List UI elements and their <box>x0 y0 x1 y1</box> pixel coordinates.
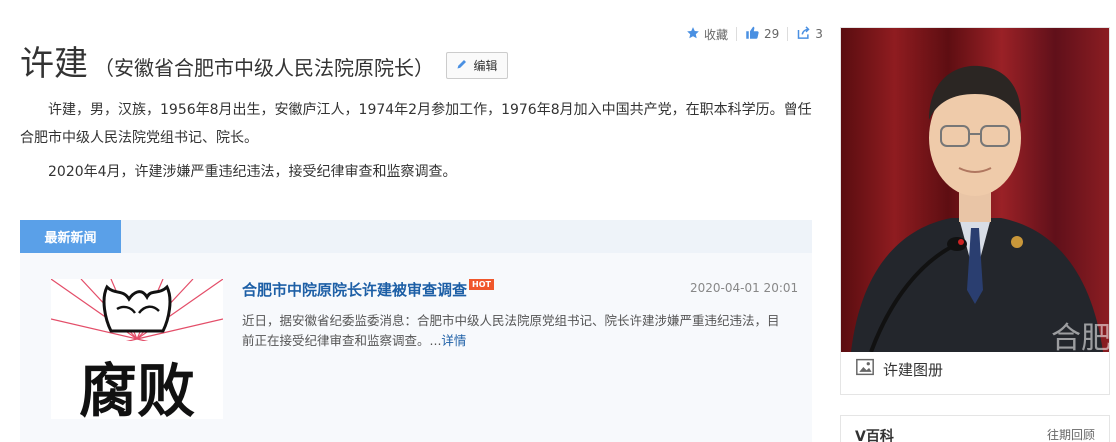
favorite-button[interactable]: 收藏 <box>686 26 728 43</box>
news-title-text: 合肥市中院原院长许建被审查调查 <box>242 281 468 299</box>
divider <box>736 27 738 41</box>
image-icon <box>855 358 875 380</box>
hot-badge: HOT <box>469 279 494 290</box>
edit-label: 编辑 <box>473 59 498 73</box>
like-count: 29 <box>764 27 780 41</box>
entry-actions: 收藏 29 3 <box>686 25 823 43</box>
thumbs-up-icon <box>745 25 760 43</box>
news-thumbnail[interactable]: 腐败 <box>50 278 224 425</box>
vbaike-box: V百科 往期回顾 <box>840 415 1110 442</box>
news-title-link[interactable]: 合肥市中院原院长许建被审查调查 HOT <box>242 279 494 300</box>
favorite-label: 收藏 <box>704 27 729 42</box>
entry-title: 许建 （安徽省合肥市中级人民法院原院长） <box>20 44 434 84</box>
portrait-card: 合肥 许建图册 <box>840 27 1110 395</box>
page-subtitle: （安徽省合肥市中级人民法院原院长） <box>94 56 434 80</box>
summary-paragraph: 许建，男，汉族，1956年8月出生，安徽庐江人，1974年2月参加工作，1976… <box>20 102 812 146</box>
like-button[interactable]: 29 <box>745 25 779 43</box>
photo-watermark: 合肥 <box>1051 321 1109 352</box>
pencil-icon <box>456 58 468 73</box>
page: 收藏 29 3 许建 （安徽省合肥市中级人民法院原院长） 编辑 许建，男，汉族，… <box>0 0 1116 442</box>
thumbnail-text: 腐败 <box>79 357 195 419</box>
divider <box>787 27 789 41</box>
news-summary: 近日，据安徽省纪委监委消息：合肥市中级人民法院原党组书记、院长许建涉嫌严重违纪违… <box>242 311 790 351</box>
tab-latest-news[interactable]: 最新新闻 <box>20 220 121 253</box>
portrait-photo[interactable]: 合肥 <box>841 28 1109 352</box>
share-icon <box>796 25 811 43</box>
news-header: 最新新闻 <box>20 220 812 253</box>
share-count: 3 <box>815 27 823 41</box>
past-review-link[interactable]: 往期回顾 <box>1047 426 1095 442</box>
star-icon <box>686 26 700 43</box>
page-title: 许建 <box>20 44 88 84</box>
share-button[interactable]: 3 <box>796 25 823 43</box>
album-link[interactable]: 许建图册 <box>855 358 943 380</box>
edit-button[interactable]: 编辑 <box>446 52 508 79</box>
summary-paragraph: 2020年4月，许建涉嫌严重违纪违法，接受纪律审查和监察调查。 <box>48 164 457 180</box>
news-item: 腐败 合肥市中院原院长许建被审查调查 HOT 2020-04-01 20:01 近… <box>20 253 812 442</box>
album-label: 许建图册 <box>883 360 944 379</box>
news-date: 2020-04-01 20:01 <box>690 281 799 295</box>
news-detail-link[interactable]: 详情 <box>441 333 466 348</box>
news-summary-text: 近日，据安徽省纪委监委消息：合肥市中级人民法院原党组书记、院长许建涉嫌严重违纪违… <box>242 313 780 348</box>
vbaike-title: V百科 <box>855 429 894 442</box>
